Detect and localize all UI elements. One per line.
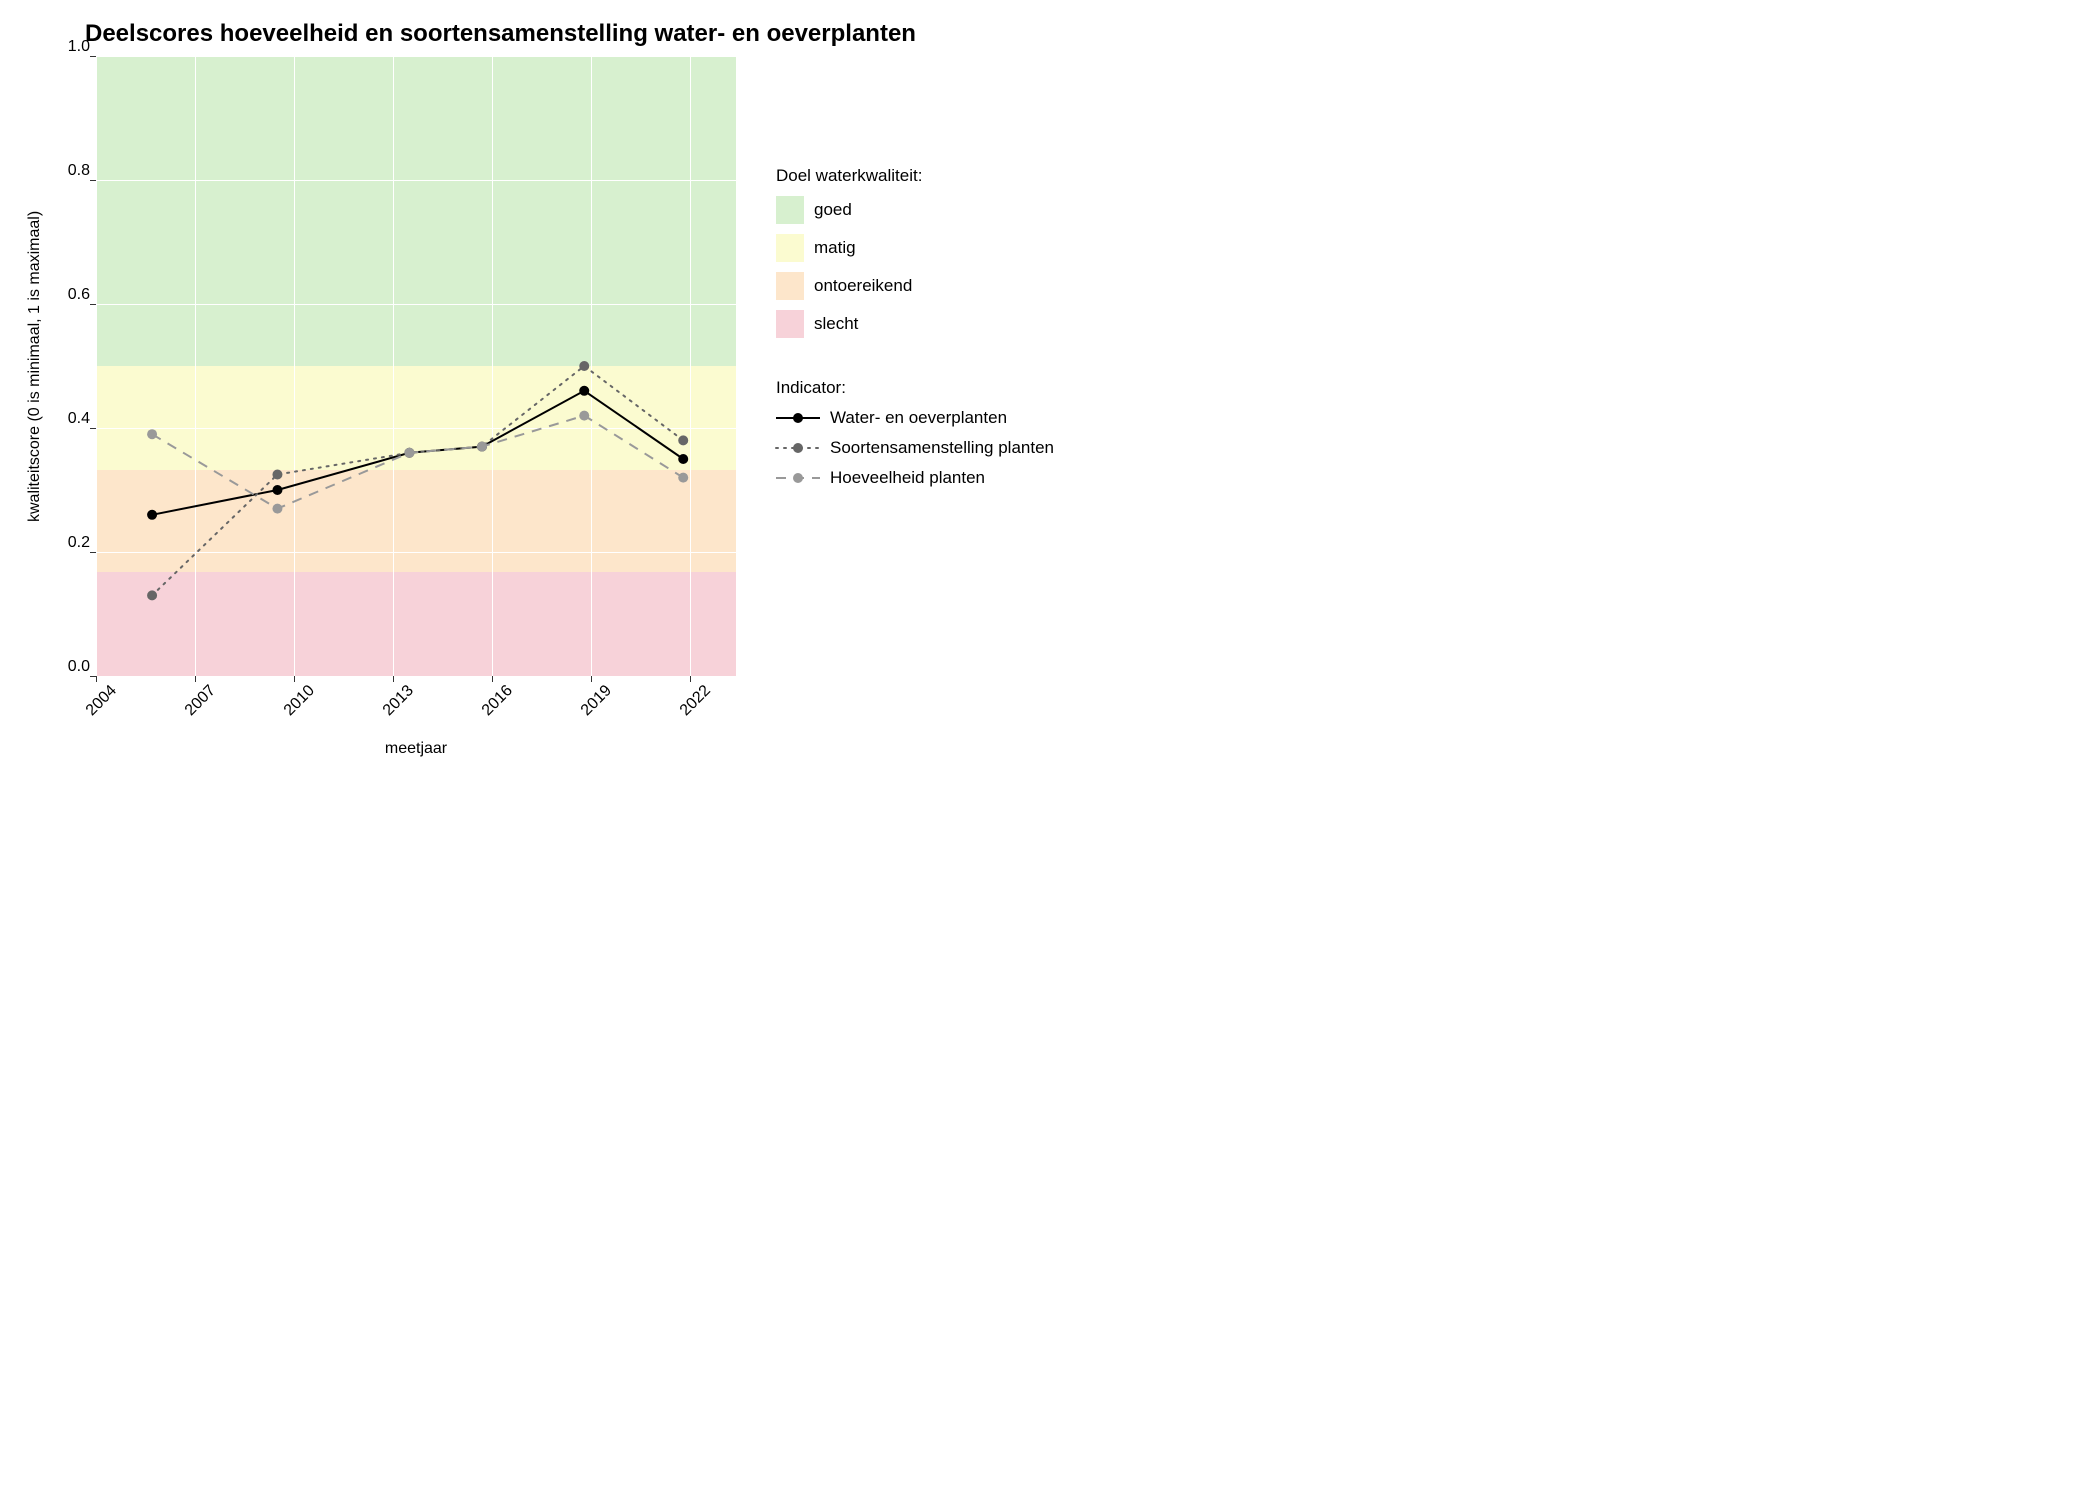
x-tick-label: 2022 (668, 682, 715, 729)
data-point (404, 448, 414, 458)
y-axis-ticks: 0.00.20.40.60.81.0 (50, 56, 90, 676)
data-point (579, 386, 589, 396)
legend-quality-item: slecht (776, 310, 1054, 338)
x-tick-mark (294, 676, 295, 682)
legend-line-sample (776, 468, 820, 488)
x-axis: 2004200720102013201620192022 (96, 676, 736, 736)
legend-quality-block: Doel waterkwaliteit: goed matig ontoereike… (776, 166, 1054, 338)
legend-label: matig (814, 238, 856, 258)
legend-indicator-item: Hoeveelheid planten (776, 468, 1054, 488)
legend-quality-item: matig (776, 234, 1054, 262)
x-tick-mark (492, 676, 493, 682)
data-point (272, 470, 282, 480)
legend-line-sample (776, 438, 820, 458)
data-point (678, 435, 688, 445)
plot-area (96, 56, 736, 676)
chart-body: kwaliteitscore (0 is minimaal, 1 is maxi… (20, 56, 1200, 758)
plot-area-wrap: 0.00.20.40.60.81.0 2004 2007 2010 2013 2016 2… (50, 56, 736, 758)
x-tick-label: 2007 (173, 682, 220, 729)
legend-swatch (776, 310, 804, 338)
legend: Doel waterkwaliteit: goed matig ontoereike… (776, 56, 1054, 528)
chart-container: Deelscores hoeveelheid en soortensamenst… (20, 20, 1200, 758)
x-tick-label: 2019 (569, 682, 616, 729)
x-tick-mark (690, 676, 691, 682)
legend-quality-item: goed (776, 196, 1054, 224)
legend-swatch (776, 234, 804, 262)
x-tick-label: 2004 (74, 682, 121, 729)
data-point (579, 361, 589, 371)
x-tick-mark (96, 676, 97, 682)
legend-label: slecht (814, 314, 858, 334)
x-tick-label: 2013 (371, 682, 418, 729)
legend-swatch (776, 196, 804, 224)
data-point (147, 429, 157, 439)
legend-indicator-item: Soortensamenstelling planten (776, 438, 1054, 458)
legend-label: Soortensamenstelling planten (830, 438, 1054, 458)
data-point (272, 485, 282, 495)
legend-indicator-block: Indicator: Water- en oeverplanten Soorten… (776, 378, 1054, 488)
chart-lines (96, 56, 736, 676)
x-tick-mark (195, 676, 196, 682)
legend-line-sample (776, 408, 820, 428)
legend-indicator-title: Indicator: (776, 378, 1054, 398)
legend-quality-item: ontoereikend (776, 272, 1054, 300)
legend-label: Water- en oeverplanten (830, 408, 1007, 428)
data-point (579, 411, 589, 421)
data-point (272, 504, 282, 514)
y-axis-label: kwaliteitscore (0 is minimaal, 1 is maxi… (20, 56, 50, 676)
data-point (477, 442, 487, 452)
x-tick-mark (591, 676, 592, 682)
chart-title: Deelscores hoeveelheid en soortensamenst… (85, 20, 1200, 48)
data-point (678, 454, 688, 464)
legend-swatch (776, 272, 804, 300)
data-point (147, 510, 157, 520)
legend-label: Hoeveelheid planten (830, 468, 985, 488)
x-axis-label: meetjaar (96, 740, 736, 758)
x-tick-label: 2010 (272, 682, 319, 729)
x-tick-mark (393, 676, 394, 682)
x-tick-label: 2016 (470, 682, 517, 729)
legend-label: ontoereikend (814, 276, 912, 296)
series-line (152, 416, 683, 509)
data-point (678, 473, 688, 483)
legend-label: goed (814, 200, 852, 220)
legend-quality-title: Doel waterkwaliteit: (776, 166, 1054, 186)
legend-indicator-item: Water- en oeverplanten (776, 408, 1054, 428)
data-point (147, 590, 157, 600)
